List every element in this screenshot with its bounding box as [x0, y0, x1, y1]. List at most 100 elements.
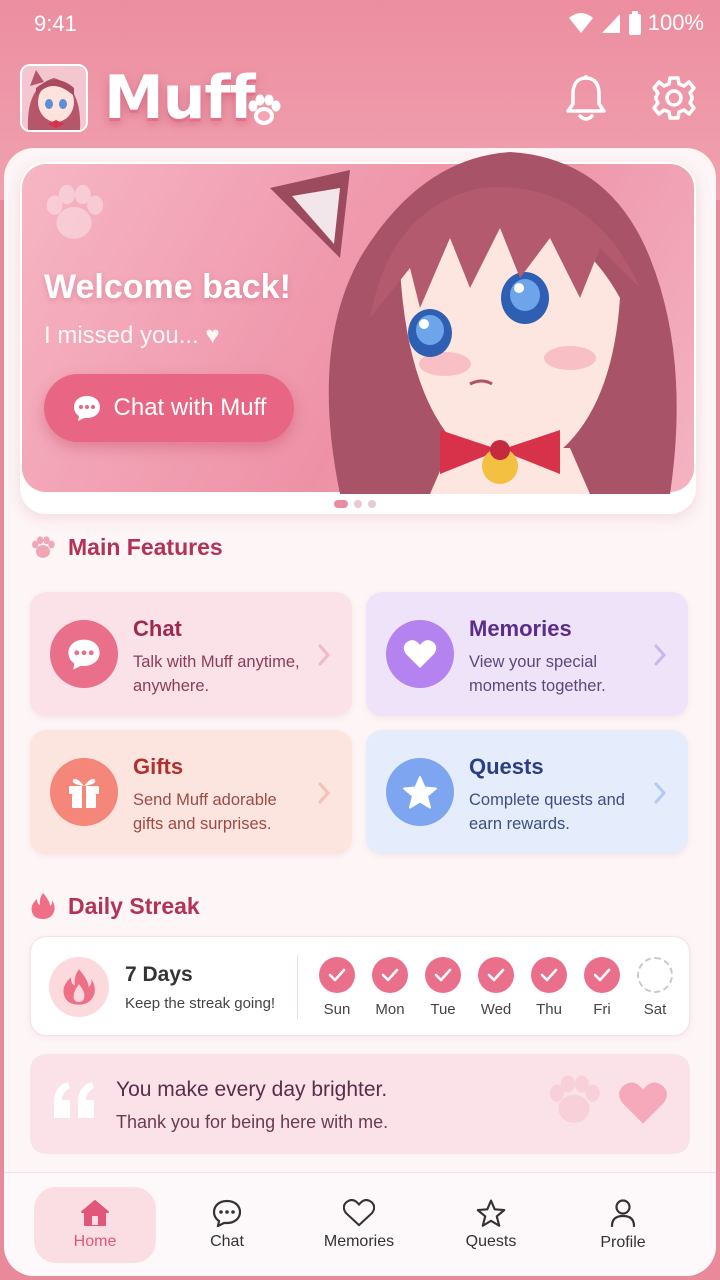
- daily-streak-heading: Daily Streak: [30, 892, 200, 920]
- nav-label: Memories: [323, 1233, 395, 1250]
- streak-day-label: Thu: [536, 1001, 562, 1018]
- status-time: 9:41: [34, 11, 77, 36]
- nav-label: Home: [73, 1233, 117, 1250]
- app-header: Muff: [0, 60, 720, 136]
- feature-description: Send Muff adorable gifts and surprises.: [133, 791, 277, 833]
- wifi-icon: [568, 13, 593, 33]
- person-icon: [610, 1199, 636, 1228]
- main-features-heading: Main Features: [30, 534, 223, 561]
- check-icon: [531, 957, 567, 993]
- feature-title: Gifts: [133, 754, 184, 779]
- feature-title: Chat: [133, 616, 182, 641]
- paw-icon: [32, 535, 55, 558]
- chat-bubble-icon: [68, 639, 100, 670]
- home-icon: [81, 1200, 109, 1226]
- paw-decoration-icon: [46, 184, 104, 239]
- flame-icon: [31, 893, 55, 919]
- chevron-right-icon: [654, 644, 666, 666]
- heart-icon: [403, 640, 437, 668]
- feature-description: Complete quests and earn rewards.: [469, 791, 625, 833]
- streak-subtitle: Keep the streak going!: [125, 995, 276, 1012]
- streak-day: Wed: [476, 957, 516, 1018]
- star-icon: [403, 776, 437, 809]
- feature-title: Memories: [469, 616, 572, 641]
- feature-description: View your special moments together.: [469, 653, 606, 695]
- carousel-indicator[interactable]: [334, 500, 376, 508]
- streak-flame-badge: [49, 957, 109, 1017]
- signal-icon: [601, 14, 620, 33]
- heart-decoration-icon: [619, 1082, 667, 1124]
- status-bar: 9:41 100%: [0, 0, 720, 48]
- chevron-right-icon: [654, 782, 666, 804]
- check-icon: [372, 957, 408, 993]
- feature-card-memories[interactable]: Memories View your special moments toget…: [366, 592, 688, 716]
- feature-card-quests[interactable]: Quests Complete quests and earn rewards.: [366, 730, 688, 854]
- avatar-image: [22, 66, 86, 130]
- streak-day: Fri: [582, 957, 622, 1018]
- check-icon: [319, 957, 355, 993]
- check-icon: [478, 957, 514, 993]
- hero-title: Welcome back!: [44, 268, 291, 306]
- nav-label: Chat: [210, 1233, 244, 1250]
- chat-with-muff-button[interactable]: Chat with Muff: [44, 374, 294, 442]
- notifications-button[interactable]: [558, 70, 614, 126]
- streak-day-label: Mon: [375, 1001, 405, 1018]
- carousel-dot[interactable]: [334, 500, 348, 508]
- carousel-dot[interactable]: [368, 500, 376, 508]
- character-artwork: [270, 152, 677, 494]
- nav-label: Profile: [600, 1234, 646, 1251]
- memories-circle: [386, 620, 454, 688]
- flame-icon: [63, 969, 95, 1005]
- gifts-circle: [50, 758, 118, 826]
- quote-line-2: Thank you for being here with me.: [116, 1112, 389, 1132]
- gift-icon: [69, 778, 99, 808]
- feature-card-chat[interactable]: Chat Talk with Muff anytime, anywhere.: [30, 592, 352, 716]
- chevron-right-icon: [318, 782, 330, 804]
- gear-icon: [652, 76, 696, 120]
- empty-day-icon: [637, 957, 673, 993]
- quests-circle: [386, 758, 454, 826]
- daily-streak-title: Daily Streak: [68, 892, 200, 919]
- quote-line-1: You make every day brighter.: [116, 1078, 388, 1101]
- nav-item-home[interactable]: Home: [34, 1187, 156, 1263]
- feature-card-gifts[interactable]: Gifts Send Muff adorable gifts and surpr…: [30, 730, 352, 854]
- streak-count: 7 Days: [125, 963, 193, 986]
- streak-day-label: Fri: [593, 1001, 611, 1018]
- streak-day-label: Tue: [430, 1001, 456, 1018]
- chat-circle: [50, 620, 118, 688]
- paw-logo-icon: [248, 94, 281, 125]
- nav-item-memories[interactable]: Memories: [298, 1187, 420, 1263]
- quote-card: You make every day brighter. Thank you f…: [30, 1054, 690, 1154]
- streak-day: Tue: [423, 957, 463, 1018]
- streak-card: 7 Days Keep the streak going! Sun Mon Tue W…: [30, 936, 690, 1036]
- app-logo: Muff: [104, 63, 256, 133]
- check-icon: [425, 957, 461, 993]
- nav-item-profile[interactable]: Profile: [562, 1187, 684, 1263]
- settings-button[interactable]: [646, 70, 702, 126]
- chevron-right-icon: [318, 644, 330, 666]
- carousel-dot[interactable]: [354, 500, 362, 508]
- status-icons: 100%: [568, 10, 704, 36]
- check-icon: [584, 957, 620, 993]
- battery-percent: 100%: [647, 10, 704, 35]
- streak-day: Sat: [635, 957, 675, 1018]
- feature-title: Quests: [469, 754, 544, 779]
- heart-icon: [343, 1199, 375, 1227]
- chat-bubble-icon: [73, 396, 100, 421]
- star-icon: [476, 1199, 506, 1227]
- streak-day-label: Sat: [643, 1001, 667, 1018]
- divider: [297, 955, 298, 1019]
- streak-day: Sun: [317, 957, 357, 1018]
- bottom-navigation: Home Chat Memories Quests Profile: [4, 1172, 716, 1276]
- paw-decoration-icon: [549, 1075, 600, 1123]
- hero-subtitle: I missed you... ♥: [44, 322, 220, 349]
- nav-item-quests[interactable]: Quests: [430, 1187, 552, 1263]
- streak-day: Mon: [370, 957, 410, 1018]
- chat-icon: [212, 1199, 242, 1227]
- avatar[interactable]: [20, 64, 88, 132]
- quote-icon: [54, 1082, 94, 1118]
- nav-label: Quests: [465, 1233, 517, 1250]
- nav-item-chat[interactable]: Chat: [166, 1187, 288, 1263]
- main-features-title: Main Features: [68, 534, 223, 560]
- bell-icon: [566, 75, 606, 121]
